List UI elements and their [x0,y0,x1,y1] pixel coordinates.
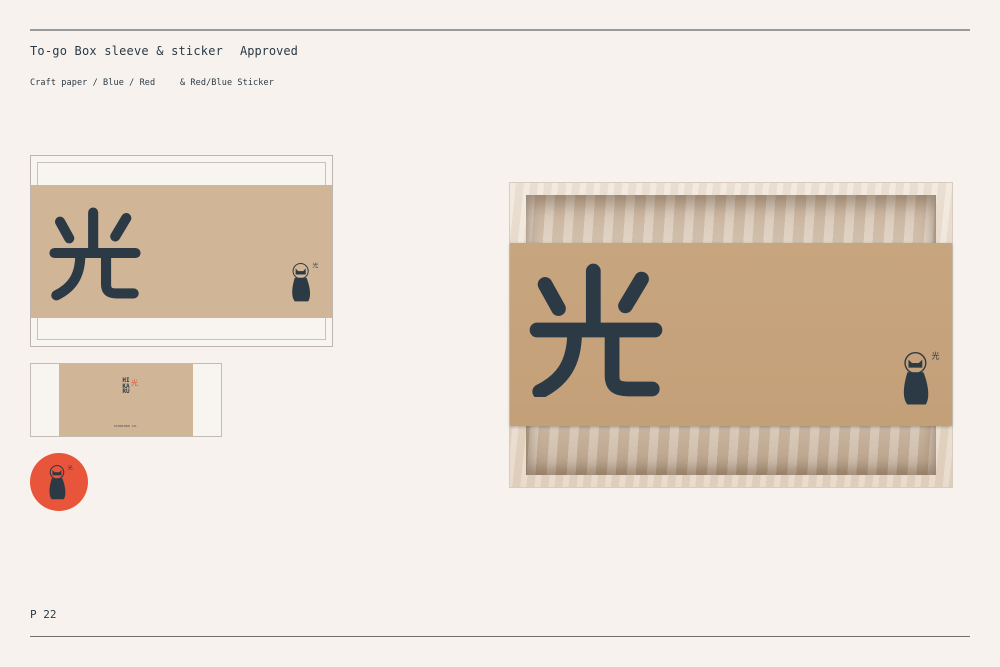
top-rule [30,29,970,31]
cat-astronaut-icon: 光 [292,262,318,302]
cat-astronaut-large-icon: 光 [903,350,940,405]
sleeve-flat-artwork: 光 [30,155,333,347]
vertical-kanji-mark: 光 [131,379,138,387]
cat-astronaut-sticker-icon: 光 [49,463,74,500]
vertical-wordmark: HIKARU [122,377,130,396]
kanji-hikari-large [529,263,663,397]
page-title: To-go Box sleeve & sticker [30,44,224,58]
sleeve-side-kraft-band: HIKARU 光 STUDIOKO CO. [59,364,193,436]
kanji-hikari-mark [49,207,141,301]
to-go-box-mockup: 光 [509,182,953,488]
red-sticker: 光 [30,453,88,511]
svg-text:光: 光 [932,350,940,360]
sleeve-caption: STUDIOKO CO. [113,424,139,428]
sleeve-side-artwork: HIKARU 光 STUDIOKO CO. [30,363,222,437]
svg-text:光: 光 [312,262,318,270]
status-label: Approved [240,44,298,58]
spec-sticker: & Red/Blue Sticker [180,78,274,88]
sleeve-kraft-band: 光 [31,185,332,318]
box-sleeve-band: 光 [510,243,952,426]
svg-text:光: 光 [68,463,74,471]
spec-material: Craft paper / Blue / Red [30,78,156,88]
bottom-rule [30,636,970,637]
page-number: P 22 [30,608,57,621]
